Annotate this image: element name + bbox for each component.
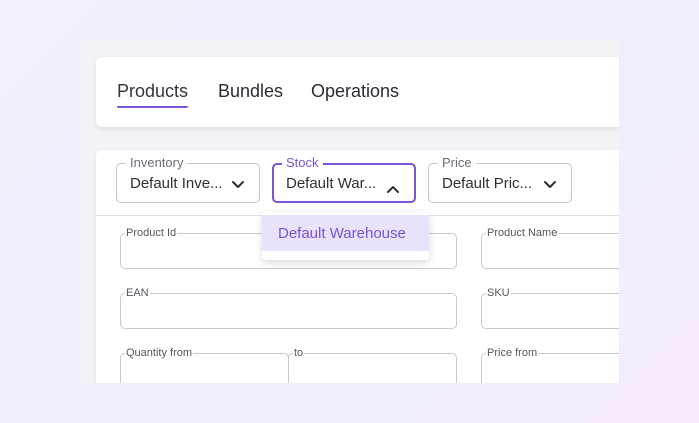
sku-field[interactable]: SKU xyxy=(481,287,619,329)
stock-select-label: Stock xyxy=(282,156,323,170)
quantity-from-label: Quantity from xyxy=(125,347,194,359)
inventory-select-value: Default Inve... xyxy=(130,175,223,192)
filter-form: Inventory Default Inve... Stock Default … xyxy=(96,150,619,383)
product-id-label: Product Id xyxy=(125,227,178,239)
stock-dropdown-menu: Default Warehouse xyxy=(262,212,429,260)
quantity-from-field[interactable]: Quantity from xyxy=(120,347,289,383)
tab-operations[interactable]: Operations xyxy=(311,81,399,102)
tab-products[interactable]: Products xyxy=(117,81,189,108)
price-select-label: Price xyxy=(438,156,476,170)
chevron-down-icon xyxy=(544,181,556,188)
inventory-select-label: Inventory xyxy=(126,156,188,170)
chevron-down-icon xyxy=(232,181,244,188)
product-name-label: Product Name xyxy=(486,227,559,239)
inventory-select[interactable]: Inventory Default Inve... xyxy=(116,156,260,203)
price-from-label: Price from xyxy=(486,347,539,359)
tab-bar: Products Bundles Operations xyxy=(96,57,619,127)
ean-field[interactable]: EAN xyxy=(120,287,457,329)
quantity-to-field[interactable]: to xyxy=(288,347,457,383)
chevron-up-icon xyxy=(387,186,399,193)
product-name-field[interactable]: Product Name xyxy=(481,227,619,269)
sku-label: SKU xyxy=(486,287,511,299)
tab-bundles[interactable]: Bundles xyxy=(218,81,283,102)
ean-label: EAN xyxy=(125,287,150,299)
price-select[interactable]: Price Default Pric... xyxy=(428,156,572,203)
stock-option-default-warehouse[interactable]: Default Warehouse xyxy=(262,215,429,251)
price-select-value: Default Pric... xyxy=(442,175,533,192)
price-from-field[interactable]: Price from xyxy=(481,347,619,383)
stock-select[interactable]: Stock Default War... xyxy=(272,156,416,203)
quantity-to-label: to xyxy=(293,347,305,359)
stock-select-value: Default War... xyxy=(286,175,377,192)
